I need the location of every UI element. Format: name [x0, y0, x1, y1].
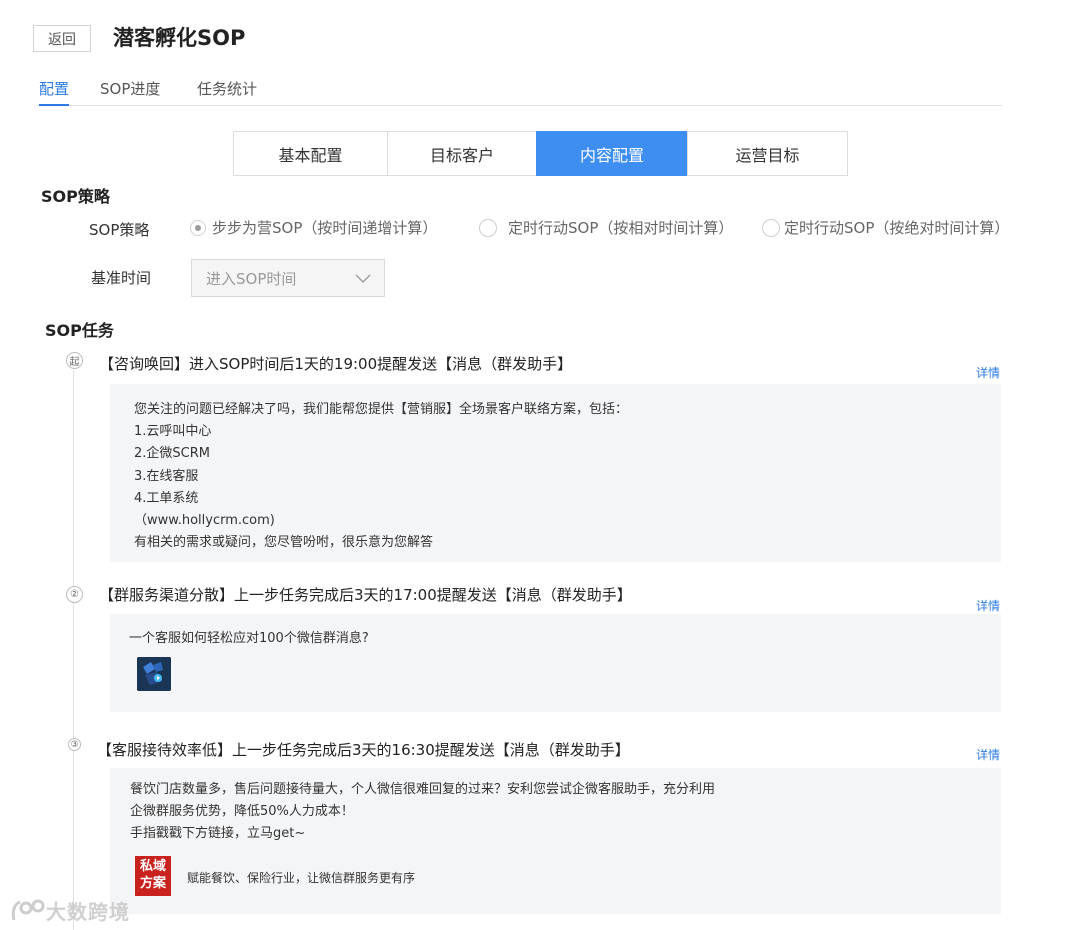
radio-indicator	[190, 219, 206, 236]
radio-relative-time[interactable]: 定时行动SOP（按相对时间计算）	[479, 217, 733, 238]
message-line: （www.hollycrm.com)	[134, 513, 275, 529]
back-button[interactable]: 返回	[33, 25, 91, 52]
timeline-line	[73, 370, 74, 930]
article-caption[interactable]: 赋能餐饮、保险行业，让微信群服务更有序	[187, 869, 415, 886]
step-badge-2: ②	[66, 586, 83, 603]
tab-bar: 配置 SOP进度 任务统计	[37, 72, 1002, 106]
task-title: 【客服接待效率低】上一步任务完成后3天的16:30提醒发送【消息（群发助手】	[97, 741, 630, 759]
message-line: 您关注的问题已经解决了吗，我们能帮您提供【营销服】全场景客户联络方案，包括：	[134, 402, 629, 417]
tasks-section-title: SOP任务	[45, 321, 114, 340]
chevron-down-icon	[355, 274, 371, 283]
message-line: 4.工单系统	[134, 490, 199, 506]
base-time-value: 进入SOP时间	[206, 269, 297, 288]
task-detail-link[interactable]: 详情	[976, 597, 1000, 614]
step-badge-start: 起	[66, 352, 83, 369]
base-time-label: 基准时间	[91, 269, 152, 287]
task-message-box: 一个客服如何轻松应对100个微信群消息?	[110, 614, 1001, 712]
watermark-text: 大数跨境	[46, 900, 130, 924]
step-content-config[interactable]: 内容配置	[536, 131, 688, 176]
message-line: 餐饮门店数量多，售后问题接待量大，个人微信很难回复的过来？安利您尝试企微客服助手…	[130, 782, 716, 797]
message-line: 2.企微SCRM	[134, 446, 210, 462]
watermark: 大数跨境	[10, 896, 130, 925]
thumbnail-graphic-icon	[137, 657, 171, 691]
strategy-section-title: SOP策略	[41, 187, 110, 206]
task-title: 【咨询唤回】进入SOP时间后1天的19:00提醒发送【消息（群发助手】	[99, 355, 573, 373]
step-operation-goals[interactable]: 运营目标	[687, 131, 848, 176]
step-target-customers[interactable]: 目标客户	[387, 131, 537, 176]
step-badge-3: ③	[68, 738, 81, 751]
task-title: 【群服务渠道分散】上一步任务完成后3天的17:00提醒发送【消息（群发助手】	[99, 586, 632, 604]
tab-sop-progress[interactable]: SOP进度	[100, 78, 160, 106]
radio-label: 步步为营SOP（按时间递增计算）	[212, 219, 438, 237]
radio-indicator	[762, 218, 780, 237]
task-message-box: 您关注的问题已经解决了吗，我们能帮您提供【营销服】全场景客户联络方案，包括： 1…	[110, 384, 1001, 562]
config-steps: 基本配置 目标客户 内容配置 运营目标	[233, 131, 848, 176]
message-line: 1.云呼叫中心	[134, 424, 212, 440]
step-basic-config[interactable]: 基本配置	[233, 131, 388, 176]
task-message-box: 餐饮门店数量多，售后问题接待量大，个人微信很难回复的过来？安利您尝试企微客服助手…	[110, 768, 1001, 914]
task-detail-link[interactable]: 详情	[976, 364, 1000, 381]
article-thumbnail-logo[interactable]: 私域方案	[135, 856, 171, 896]
radio-label: 定时行动SOP（按绝对时间计算）	[784, 219, 1010, 237]
strategy-label: SOP策略	[89, 221, 150, 239]
task-detail-link[interactable]: 详情	[976, 746, 1000, 763]
article-thumbnail-image[interactable]	[137, 657, 171, 691]
base-time-select[interactable]: 进入SOP时间	[191, 259, 385, 297]
message-line: 一个客服如何轻松应对100个微信群消息?	[129, 631, 369, 646]
message-line: 企微群服务优势，降低50%人力成本！	[130, 804, 354, 820]
radio-absolute-time[interactable]: 定时行动SOP（按绝对时间计算）	[762, 217, 1009, 238]
radio-step-by-step[interactable]: 步步为营SOP（按时间递增计算）	[190, 217, 437, 238]
page-title: 潜客孵化SOP	[113, 26, 246, 50]
radio-label: 定时行动SOP（按相对时间计算）	[508, 219, 734, 237]
message-line: 有相关的需求或疑问，您尽管吩咐，很乐意为您解答	[134, 535, 434, 551]
tab-config[interactable]: 配置	[39, 78, 70, 106]
watermark-logo-icon	[11, 899, 45, 920]
message-line: 手指戳戳下方链接，立马get~	[130, 826, 306, 842]
tab-task-stats[interactable]: 任务统计	[197, 78, 257, 106]
radio-indicator	[479, 218, 497, 237]
message-line: 3.在线客服	[134, 468, 199, 484]
